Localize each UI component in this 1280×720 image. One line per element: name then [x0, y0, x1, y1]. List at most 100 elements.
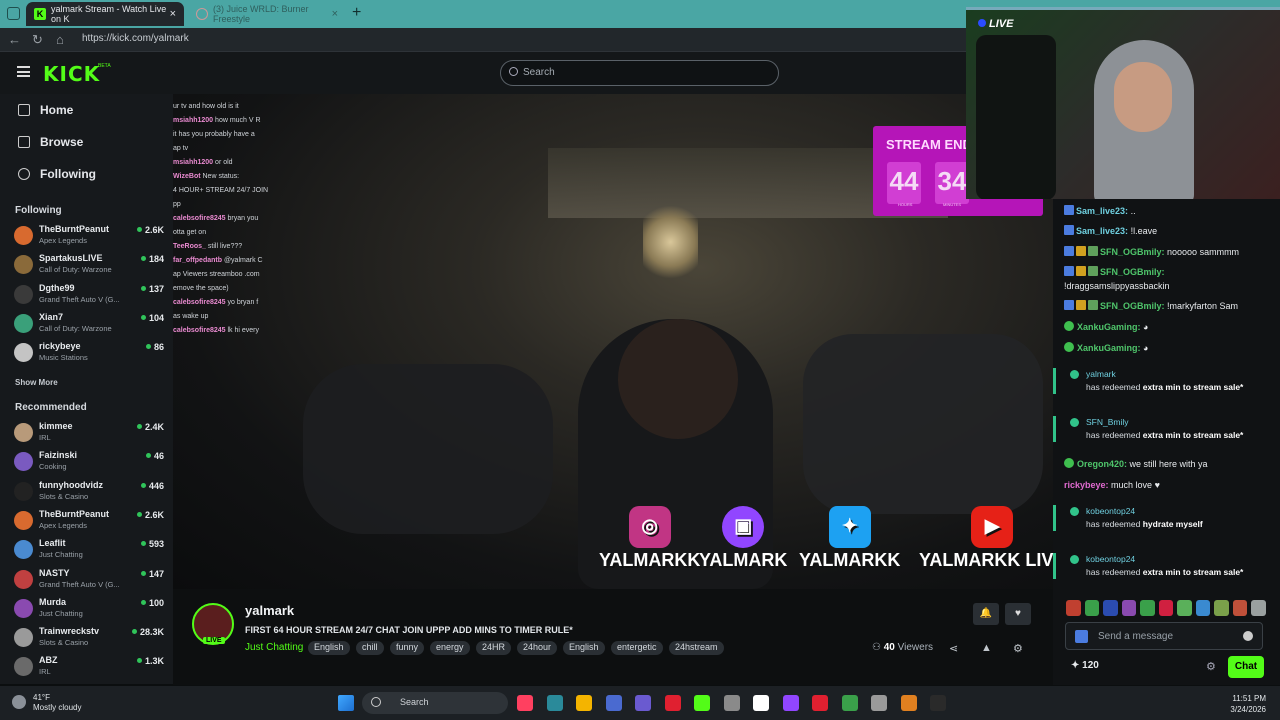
sidebar-channel[interactable]: SpartakusLIVE Call of Duty: Warzone 184 [14, 253, 164, 279]
taskbar-app-icon[interactable] [694, 695, 710, 711]
emote-icon[interactable] [1103, 600, 1118, 616]
tag-chip[interactable]: English [563, 641, 605, 655]
live-indicator: LIVE [978, 18, 1013, 30]
tag-chip[interactable]: English [308, 641, 350, 655]
sidebar-channel[interactable]: Leaflit Just Chatting 593 [14, 538, 164, 564]
sidebar-channel[interactable]: rickybeye Music Stations 86 [14, 341, 164, 367]
overlay-chat-text: @yalmark C [223, 257, 263, 264]
channel-category: Grand Theft Auto V (G... [39, 579, 120, 589]
channel-viewers: 100 [141, 598, 164, 608]
channel-name: TheBurntPeanut [39, 508, 110, 519]
sidebar-channel[interactable]: Faizinski Cooking 46 [14, 450, 164, 476]
channel-viewers: 104 [141, 313, 164, 323]
system-clock[interactable]: 11:51 PM 3/24/2026 [1230, 693, 1266, 715]
tag-chip[interactable]: 24hstream [669, 641, 724, 655]
taskbar-app-icon[interactable] [723, 695, 740, 711]
tag-chip[interactable]: funny [390, 641, 425, 655]
start-button[interactable] [338, 695, 354, 711]
emote-icon[interactable] [1121, 600, 1137, 616]
emote-icon[interactable] [1158, 600, 1174, 616]
gear-icon[interactable]: ⚙ [1206, 660, 1216, 673]
taskbar-search[interactable]: Search [362, 692, 508, 714]
sidebar-channel[interactable]: Trainwreckstv Slots & Casino 28.3K [14, 626, 164, 652]
beta-label: BETA [98, 63, 111, 69]
taskbar-app-icon[interactable] [812, 695, 828, 711]
url-field[interactable]: https://kick.com/yalmark [82, 33, 189, 44]
tag-chip[interactable]: 24hour [517, 641, 558, 655]
nav-browse[interactable]: Browse [18, 135, 83, 149]
chat-message-input[interactable]: Send a message [1065, 622, 1263, 650]
show-more-link[interactable]: Show More [15, 378, 58, 387]
taskbar-app-icon[interactable] [576, 695, 592, 711]
tag-chip[interactable]: 24HR [476, 641, 512, 655]
taskbar-app-icon[interactable] [871, 695, 887, 711]
search-input[interactable]: Search [500, 60, 779, 86]
nav-home[interactable]: Home [18, 103, 73, 117]
chat-message: XankuGaming: ◕ [1064, 341, 1276, 355]
nav-following[interactable]: Following [18, 167, 96, 181]
notification-bell-button[interactable]: 🔔 [973, 603, 999, 625]
menu-icon[interactable] [17, 66, 30, 77]
emote-icon[interactable] [1251, 600, 1267, 616]
taskbar-app-icon[interactable] [930, 695, 946, 711]
share-icon[interactable]: ⋖ [949, 642, 958, 655]
browser-tab-youtube[interactable]: (3) Juice WRLD: Burner Freestyle × [188, 2, 346, 26]
channel-category: Slots & Casino [39, 638, 89, 648]
taskbar-app-icon[interactable] [900, 695, 917, 711]
video-player[interactable]: ur tv and how old is it msiahh1200 how mu… [173, 94, 1053, 589]
sidebar-channel[interactable]: TheBurntPeanut Apex Legends 2.6K [14, 509, 164, 535]
refresh-icon[interactable]: ↻ [32, 32, 43, 48]
channel-name: Faizinski [39, 450, 78, 461]
taskbar-app-icon[interactable] [517, 695, 533, 711]
overlay-chat-line: emove the space) [173, 284, 283, 294]
follow-heart-button[interactable]: ♥ [1005, 603, 1031, 625]
verified-icon [1064, 342, 1074, 352]
avatar [14, 313, 33, 333]
channel-category: Call of Duty: Warzone [39, 265, 112, 275]
verified-icon [1064, 321, 1074, 331]
tag-chip[interactable]: energy [430, 641, 470, 655]
sidebar-channel[interactable]: kimmee IRL 2.4K [14, 421, 164, 447]
taskbar-app-icon[interactable] [546, 695, 563, 711]
close-tab-icon[interactable]: × [170, 8, 176, 20]
sidebar-channel[interactable]: NASTY Grand Theft Auto V (G... 147 [14, 568, 164, 594]
back-icon[interactable]: ← [8, 32, 21, 47]
emote-icon: ◕ [1143, 343, 1149, 353]
emote-icon[interactable] [1066, 600, 1081, 616]
tab-overview-icon[interactable] [7, 7, 20, 20]
sidebar-channel[interactable]: Xian7 Call of Duty: Warzone 104 [14, 312, 164, 338]
taskbar-app-icon[interactable] [635, 695, 651, 711]
taskbar-app-icon[interactable] [605, 695, 622, 711]
tag-chip[interactable]: chill [356, 641, 384, 655]
streamer-name[interactable]: yalmark [245, 603, 294, 618]
close-tab-icon[interactable]: × [332, 8, 338, 20]
sidebar-channel[interactable]: TheBurntPeanut Apex Legends 2.6K [14, 224, 164, 250]
taskbar-app-icon[interactable] [841, 695, 858, 711]
home-icon[interactable]: ⌂ [56, 32, 64, 47]
taskbar-app-icon[interactable] [664, 695, 681, 711]
sidebar-channel[interactable]: funnyhoodvidz Slots & Casino 446 [14, 480, 164, 506]
channel-points[interactable]: ✦ 120 [1071, 660, 1099, 671]
report-icon[interactable]: ▲ [981, 642, 992, 654]
tag-chip[interactable]: entergetic [611, 641, 663, 655]
browser-tab-active[interactable]: K yalmark Stream - Watch Live on K × [26, 2, 184, 26]
stream-category[interactable]: Just Chatting [245, 642, 303, 653]
emote-icon[interactable] [1177, 600, 1192, 616]
emote-icon[interactable] [1084, 600, 1100, 616]
emote-icon[interactable] [1140, 600, 1155, 616]
taskbar-app-icon[interactable] [782, 695, 799, 711]
emoji-icon[interactable] [1243, 631, 1253, 641]
overlay-chat-line: TeeRoos_ still live??? [173, 242, 283, 252]
chat-send-button[interactable]: Chat [1228, 656, 1264, 678]
sidebar-channel[interactable]: Dgthe99 Grand Theft Auto V (G... 137 [14, 283, 164, 309]
emote-icon[interactable] [1214, 600, 1229, 616]
channel-name: NASTY [39, 567, 70, 578]
emote-icon[interactable] [1195, 600, 1211, 616]
sidebar-channel[interactable]: Murda Just Chatting 100 [14, 597, 164, 623]
emote-icon[interactable] [1232, 600, 1248, 616]
taskbar-app-icon[interactable] [753, 695, 769, 711]
kick-logo[interactable]: KICK [43, 62, 100, 86]
more-icon[interactable]: ⚙ [1013, 642, 1023, 655]
new-tab-button[interactable]: + [352, 4, 361, 22]
sidebar-channel[interactable]: ABZ IRL 1.3K [14, 655, 164, 681]
